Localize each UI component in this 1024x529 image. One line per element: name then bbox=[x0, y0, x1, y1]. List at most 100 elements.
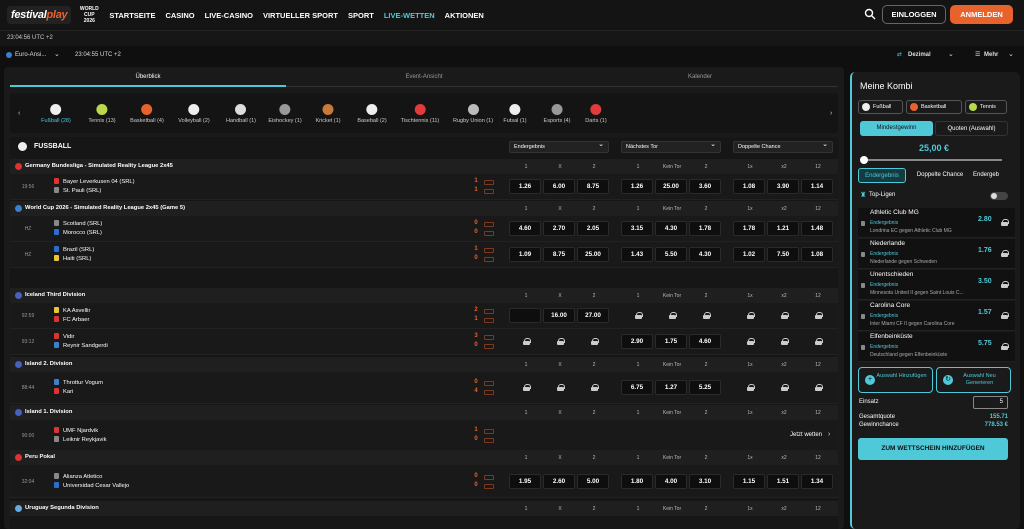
odds-format-select[interactable]: Dezimal bbox=[908, 52, 931, 58]
odds-button[interactable]: 25.00 bbox=[655, 179, 687, 194]
odds-button[interactable]: 1.95 bbox=[509, 474, 541, 489]
nav-item-live-casino[interactable]: LIVE-CASINO bbox=[205, 11, 253, 20]
odds-region-select[interactable]: Euro-Ansi... bbox=[15, 52, 46, 58]
sport-item[interactable]: Esports (4) bbox=[544, 104, 570, 124]
odds-button[interactable]: 5.50 bbox=[655, 247, 687, 262]
odds-button[interactable]: 1.43 bbox=[621, 247, 653, 262]
odds-button[interactable]: 2.90 bbox=[621, 334, 653, 349]
odds-button[interactable]: 1.27 bbox=[655, 380, 687, 395]
odds-button[interactable]: 1.75 bbox=[655, 334, 687, 349]
trash-icon[interactable] bbox=[861, 314, 865, 319]
match-row[interactable]: 93:12 Vidir 3 Reynir Sandgerdi 0 2.90 1.75 4.60 bbox=[10, 329, 838, 355]
chevron-down-icon[interactable]: ⌄ bbox=[1008, 50, 1014, 58]
odds-button[interactable]: 1.15 bbox=[733, 474, 765, 489]
odds-button[interactable]: 1.21 bbox=[767, 221, 799, 236]
market-select-3[interactable]: Doppelte Chance bbox=[733, 140, 833, 153]
odds-button[interactable]: 1.09 bbox=[509, 247, 541, 262]
chevron-right-icon[interactable]: › bbox=[830, 110, 832, 117]
league-header[interactable]: Peru Pokal 1 X 2 1 Kein Tor 2 1x x2 12 bbox=[10, 450, 838, 465]
lock-icon[interactable] bbox=[1001, 281, 1009, 288]
toggle-odds-selection[interactable]: Quoten (Auswahl) bbox=[935, 121, 1008, 136]
brand-logo[interactable]: festival play bbox=[7, 6, 72, 24]
odds-button[interactable]: 2.05 bbox=[577, 221, 609, 236]
odds-button[interactable]: 3.90 bbox=[767, 179, 799, 194]
match-row[interactable]: 92:59 KA Asvellir 2 FC Arbaer 1 16.00 27.00 bbox=[10, 303, 838, 329]
match-row[interactable]: HZ Brazil (SRL) 1 Haiti (SRL) 0 1.09 8.75 25.00… bbox=[10, 242, 838, 268]
nav-item-live-wetten[interactable]: LIVE-WETTEN bbox=[384, 11, 435, 20]
match-row[interactable]: 90:00 UMF Njardvik 1 Leiknir Reykjavik 0 Jetz… bbox=[10, 420, 838, 452]
odds-button[interactable]: 25.00 bbox=[577, 247, 609, 262]
tab-3[interactable]: Kalender bbox=[562, 71, 838, 87]
odds-button[interactable]: 4.30 bbox=[689, 247, 721, 262]
market-select-1[interactable]: Endergebnis bbox=[509, 140, 609, 153]
sport-item[interactable]: Tennis (13) bbox=[88, 104, 116, 124]
odds-button[interactable]: 4.60 bbox=[689, 334, 721, 349]
market-tab-double[interactable]: Doppelte Chance bbox=[909, 168, 971, 183]
sport-item[interactable]: Handball (1) bbox=[226, 104, 256, 124]
lock-icon[interactable] bbox=[1001, 250, 1009, 257]
tab-2[interactable]: Event-Ansicht bbox=[286, 71, 562, 87]
odds-button[interactable]: 1.48 bbox=[801, 221, 833, 236]
odds-button[interactable]: 1.26 bbox=[621, 179, 653, 194]
nav-item-sport[interactable]: SPORT bbox=[348, 11, 374, 20]
sport-item[interactable]: Fußball (28) bbox=[41, 104, 71, 124]
stake-input[interactable]: 5 bbox=[973, 396, 1008, 409]
market-tab-result-2[interactable]: Endergeb bbox=[973, 168, 1013, 183]
odds-button[interactable]: 1.78 bbox=[689, 221, 721, 236]
match-row[interactable]: 32:04 Alianza Atletico 0 Universidad Cesar … bbox=[10, 465, 838, 498]
odds-button[interactable]: 4.00 bbox=[655, 474, 687, 489]
chevron-down-icon[interactable]: ⌄ bbox=[948, 50, 954, 58]
odds-button[interactable] bbox=[509, 308, 541, 323]
sport-item[interactable]: Rugby Union (1) bbox=[453, 104, 493, 124]
nav-item-casino[interactable]: CASINO bbox=[165, 11, 194, 20]
odds-button[interactable]: 16.00 bbox=[543, 308, 575, 323]
regenerate-button[interactable]: ↻ Auswahl Neu Generieren bbox=[936, 367, 1011, 393]
trash-icon[interactable] bbox=[861, 252, 865, 257]
odds-button[interactable]: 5.25 bbox=[689, 380, 721, 395]
register-button[interactable]: ANMELDEN bbox=[950, 5, 1013, 24]
nav-item-startseite[interactable]: STARTSEITE bbox=[109, 11, 155, 20]
trash-icon[interactable] bbox=[861, 221, 865, 226]
odds-button[interactable]: 1.34 bbox=[801, 474, 833, 489]
odds-button[interactable]: 1.80 bbox=[621, 474, 653, 489]
odds-button[interactable]: 3.10 bbox=[689, 474, 721, 489]
top-leagues-toggle[interactable] bbox=[990, 192, 1008, 200]
login-button[interactable]: EINLOGGEN bbox=[882, 5, 946, 24]
chip-football[interactable]: Fußball bbox=[858, 100, 903, 114]
match-row[interactable]: HZ Scotland (SRL) 0 Morocco (SRL) 0 4.60 2.70 2… bbox=[10, 216, 838, 242]
amount-slider[interactable] bbox=[860, 156, 1002, 164]
chip-basketball[interactable]: Basketball bbox=[906, 100, 962, 114]
trash-icon[interactable] bbox=[861, 283, 865, 288]
odds-button[interactable]: 5.00 bbox=[577, 474, 609, 489]
chevron-left-icon[interactable]: ‹ bbox=[18, 110, 20, 117]
odds-button[interactable]: 1.08 bbox=[733, 179, 765, 194]
league-header[interactable]: Uruguay Segunda Division 1 X 2 1 Kein Tor 2 1x x… bbox=[10, 501, 838, 516]
match-row[interactable]: 88:44 Throttur Vogum 0 Kari 4 6.75 1.27 5.25 bbox=[10, 372, 838, 404]
chip-tennis[interactable]: Tennis bbox=[965, 100, 1007, 114]
odds-button[interactable]: 6.00 bbox=[543, 179, 575, 194]
odds-button[interactable]: 3.15 bbox=[621, 221, 653, 236]
odds-button[interactable]: 8.75 bbox=[543, 247, 575, 262]
league-header[interactable]: Island 1. Division 1 X 2 1 Kein Tor 2 1x x2 12 bbox=[10, 405, 838, 420]
odds-button[interactable]: 8.75 bbox=[577, 179, 609, 194]
odds-button[interactable]: 1.51 bbox=[767, 474, 799, 489]
match-row[interactable]: 19:56 Bayer Leverkusen 04 (SRL) 1 St. Pauli… bbox=[10, 174, 838, 200]
add-selection-button[interactable]: + Auswahl Hinzufügen bbox=[858, 367, 933, 393]
odds-button[interactable]: 1.08 bbox=[801, 247, 833, 262]
search-icon[interactable] bbox=[864, 8, 876, 20]
sport-item[interactable]: Basketball (4) bbox=[130, 104, 164, 124]
more-menu[interactable]: Mehr bbox=[984, 52, 998, 58]
odds-button[interactable]: 1.14 bbox=[801, 179, 833, 194]
lock-icon[interactable] bbox=[1001, 312, 1009, 319]
odds-button[interactable]: 2.70 bbox=[543, 221, 575, 236]
sport-item[interactable]: Tischtennis (11) bbox=[401, 104, 439, 124]
league-header[interactable]: Iceland Third Division 1 X 2 1 Kein Tor 2 1x x2 1… bbox=[10, 288, 838, 303]
add-to-betslip-button[interactable]: ZUM WETTSCHEIN HINZUFÜGEN bbox=[858, 438, 1008, 460]
toggle-min-win[interactable]: Mindestgewinn bbox=[860, 121, 933, 136]
lock-icon[interactable] bbox=[1001, 343, 1009, 350]
sport-item[interactable]: Kricket (1) bbox=[315, 104, 341, 124]
sport-item[interactable]: Baseball (2) bbox=[357, 104, 387, 124]
nav-item-aktionen[interactable]: AKTIONEN bbox=[445, 11, 484, 20]
sport-item[interactable]: Eishockey (1) bbox=[268, 104, 302, 124]
sport-item[interactable]: Futsal (1) bbox=[503, 104, 527, 124]
